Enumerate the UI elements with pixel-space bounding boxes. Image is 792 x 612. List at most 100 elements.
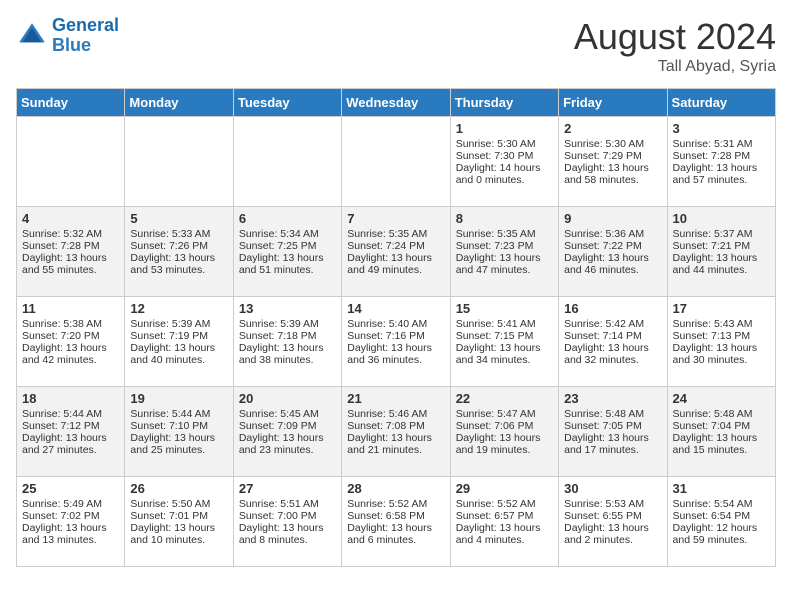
day-info-line: Sunrise: 5:43 AM (673, 318, 770, 330)
day-number: 17 (673, 301, 770, 316)
day-info-line: Daylight: 13 hours (347, 252, 444, 264)
day-number: 18 (22, 391, 119, 406)
day-info-line: Daylight: 14 hours (456, 162, 553, 174)
day-number: 26 (130, 481, 227, 496)
day-info-line: Sunset: 7:06 PM (456, 420, 553, 432)
day-info-line: and 40 minutes. (130, 354, 227, 366)
day-number: 5 (130, 211, 227, 226)
day-info-line: Daylight: 13 hours (239, 252, 336, 264)
calendar-cell: 29Sunrise: 5:52 AMSunset: 6:57 PMDayligh… (450, 477, 558, 567)
day-number: 1 (456, 121, 553, 136)
day-info-line: Sunset: 6:55 PM (564, 510, 661, 522)
location: Tall Abyad, Syria (574, 58, 776, 76)
day-info-line: and 8 minutes. (239, 534, 336, 546)
day-info-line: Sunrise: 5:47 AM (456, 408, 553, 420)
day-number: 30 (564, 481, 661, 496)
day-number: 4 (22, 211, 119, 226)
day-info-line: and 4 minutes. (456, 534, 553, 546)
day-info-line: and 0 minutes. (456, 174, 553, 186)
day-info-line: Sunrise: 5:42 AM (564, 318, 661, 330)
day-info-line: Sunset: 7:12 PM (22, 420, 119, 432)
day-info-line: Daylight: 13 hours (673, 162, 770, 174)
calendar-cell: 21Sunrise: 5:46 AMSunset: 7:08 PMDayligh… (342, 387, 450, 477)
calendar-cell: 27Sunrise: 5:51 AMSunset: 7:00 PMDayligh… (233, 477, 341, 567)
day-info-line: Sunset: 7:26 PM (130, 240, 227, 252)
day-info-line: and 21 minutes. (347, 444, 444, 456)
calendar-cell: 14Sunrise: 5:40 AMSunset: 7:16 PMDayligh… (342, 297, 450, 387)
day-info-line: Sunrise: 5:41 AM (456, 318, 553, 330)
day-info-line: Sunrise: 5:36 AM (564, 228, 661, 240)
day-number: 8 (456, 211, 553, 226)
month-year: August 2024 (574, 16, 776, 58)
day-info-line: Daylight: 13 hours (130, 342, 227, 354)
day-info-line: Daylight: 13 hours (130, 522, 227, 534)
day-info-line: Sunset: 6:57 PM (456, 510, 553, 522)
calendar-header-row: SundayMondayTuesdayWednesdayThursdayFrid… (17, 89, 776, 117)
day-info-line: and 36 minutes. (347, 354, 444, 366)
calendar-cell: 11 Sunrise: 5:38 AMSunset: 7:20 PMDayligh… (17, 297, 125, 387)
calendar-cell: 9Sunrise: 5:36 AMSunset: 7:22 PMDaylight… (559, 207, 667, 297)
day-info-line: Sunset: 6:58 PM (347, 510, 444, 522)
logo-icon (16, 20, 48, 52)
day-info-line: Sunset: 7:09 PM (239, 420, 336, 432)
day-info-line: and 27 minutes. (22, 444, 119, 456)
day-info-line: Sunrise: 5:35 AM (456, 228, 553, 240)
day-info-line: Sunset: 7:30 PM (456, 150, 553, 162)
day-info-line: Sunrise: 5:44 AM (130, 408, 227, 420)
day-info-line: and 23 minutes. (239, 444, 336, 456)
calendar-cell: 20Sunrise: 5:45 AMSunset: 7:09 PMDayligh… (233, 387, 341, 477)
calendar-week-row: 1Sunrise: 5:30 AMSunset: 7:30 PMDaylight… (17, 117, 776, 207)
day-info-line: Daylight: 13 hours (239, 432, 336, 444)
calendar-cell (17, 117, 125, 207)
day-info-line: and 2 minutes. (564, 534, 661, 546)
day-info-line: and 10 minutes. (130, 534, 227, 546)
day-number: 19 (130, 391, 227, 406)
day-info-line: Sunrise: 5:45 AM (239, 408, 336, 420)
calendar-cell: 28Sunrise: 5:52 AMSunset: 6:58 PMDayligh… (342, 477, 450, 567)
calendar-cell: 26Sunrise: 5:50 AMSunset: 7:01 PMDayligh… (125, 477, 233, 567)
day-info-line: Daylight: 13 hours (239, 522, 336, 534)
day-info-line: and 25 minutes. (130, 444, 227, 456)
day-info-line: Sunset: 7:24 PM (347, 240, 444, 252)
day-info-line: Daylight: 13 hours (22, 342, 119, 354)
day-info-line: Sunset: 7:20 PM (22, 330, 119, 342)
day-number: 25 (22, 481, 119, 496)
day-info-line: Daylight: 13 hours (564, 252, 661, 264)
day-info-line: and 32 minutes. (564, 354, 661, 366)
calendar-cell: 24Sunrise: 5:48 AMSunset: 7:04 PMDayligh… (667, 387, 775, 477)
calendar-week-row: 18 Sunrise: 5:44 AM Sunset: 7:12 PM Dayligh… (17, 387, 776, 477)
day-info-line: and 44 minutes. (673, 264, 770, 276)
calendar-cell: 2Sunrise: 5:30 AMSunset: 7:29 PMDaylight… (559, 117, 667, 207)
day-info-line: and 15 minutes. (673, 444, 770, 456)
day-number: 10 (673, 211, 770, 226)
day-info-line: Daylight: 13 hours (347, 342, 444, 354)
day-header-friday: Friday (559, 89, 667, 117)
day-info-line: Daylight: 13 hours (673, 342, 770, 354)
day-number: 11 (22, 301, 119, 316)
day-info-line: and 19 minutes. (456, 444, 553, 456)
day-number: 6 (239, 211, 336, 226)
day-number: 23 (564, 391, 661, 406)
calendar-cell: 17 Sunrise: 5:43 AMSunset: 7:13 PMDayligh… (667, 297, 775, 387)
calendar-cell: 16Sunrise: 5:42 AMSunset: 7:14 PMDayligh… (559, 297, 667, 387)
day-info-line: Sunrise: 5:32 AM (22, 228, 119, 240)
calendar-week-row: 4Sunrise: 5:32 AMSunset: 7:28 PMDaylight… (17, 207, 776, 297)
calendar-cell: 23Sunrise: 5:48 AMSunset: 7:05 PMDayligh… (559, 387, 667, 477)
calendar-week-row: 25Sunrise: 5:49 AMSunset: 7:02 PMDayligh… (17, 477, 776, 567)
day-info-line: Sunrise: 5:34 AM (239, 228, 336, 240)
day-info-line: Sunset: 7:23 PM (456, 240, 553, 252)
day-header-monday: Monday (125, 89, 233, 117)
calendar-cell: 5Sunrise: 5:33 AMSunset: 7:26 PMDaylight… (125, 207, 233, 297)
day-info-line: Sunset: 7:00 PM (239, 510, 336, 522)
day-info-line: and 53 minutes. (130, 264, 227, 276)
day-info-line: and 13 minutes. (22, 534, 119, 546)
day-number: 31 (673, 481, 770, 496)
calendar-cell: 18Sunrise: 5:44 AMSunset: 7:12 PMDayligh… (17, 387, 125, 477)
day-info-line: Daylight: 13 hours (347, 432, 444, 444)
day-number: 7 (347, 211, 444, 226)
day-info-line: Sunrise: 5:38 AM (22, 318, 119, 330)
day-info-line: Sunset: 7:13 PM (673, 330, 770, 342)
day-info-line: Sunset: 7:16 PM (347, 330, 444, 342)
day-info-line: and 58 minutes. (564, 174, 661, 186)
day-info-line: Sunrise: 5:33 AM (130, 228, 227, 240)
